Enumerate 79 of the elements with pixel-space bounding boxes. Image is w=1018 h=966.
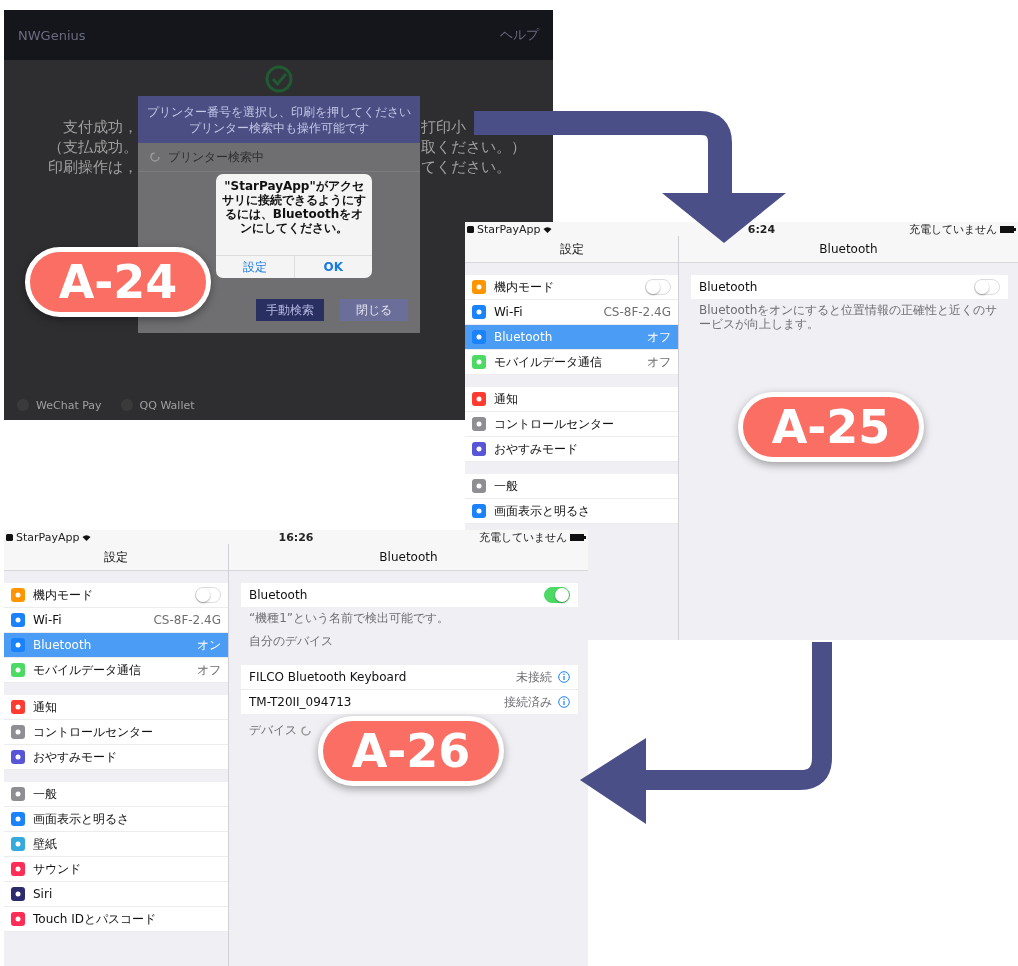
sidebar-title: 設定 [465, 236, 678, 263]
wifi-icon [543, 225, 553, 233]
wifi-icon [82, 533, 92, 541]
settings-row[interactable]: Siri [4, 882, 228, 907]
alert-button[interactable]: OK [293, 256, 372, 278]
status-time: 6:24 [747, 222, 776, 236]
row-value: オフ [647, 353, 671, 371]
row-value: オン [197, 636, 221, 654]
settings-row[interactable]: 通知 [465, 387, 678, 412]
payment-method-label: WeChat Pay [36, 398, 102, 412]
detail-title: Bluetooth [229, 544, 588, 571]
alert-message: "StarPayApp"がアクセサリに接続できるようにするには、Bluetoothをオンにしてください。 [221, 178, 367, 237]
message-text: 印刷操作は， [48, 159, 138, 175]
row-value: CS-8F-2.4G [603, 305, 671, 319]
payment-method-label: QQ Wallet [139, 398, 195, 412]
message-text: 打印小 [421, 119, 466, 135]
step-label: A-26 [318, 716, 504, 786]
toggle-switch[interactable] [195, 587, 221, 603]
row-value: オフ [647, 328, 671, 346]
step-label: A-25 [738, 392, 924, 462]
battery-status: 充電していません [909, 222, 997, 237]
settings-row[interactable]: 機内モード [465, 275, 678, 300]
status-text: プリンター検索中 [168, 148, 264, 166]
step-label: A-24 [25, 247, 211, 317]
sidebar-title: 設定 [4, 544, 228, 571]
battery-icon [1000, 225, 1016, 233]
check-circle-icon [264, 65, 293, 93]
spinner-icon [150, 152, 160, 162]
message-text: 支付成功， [63, 119, 138, 135]
settings-row[interactable]: コントロールセンター [4, 720, 228, 745]
footnote-text: Bluetoothをオンにすると位置情報の正確性と近くのサービスが向上します。 [698, 302, 999, 331]
toggle-switch[interactable] [544, 587, 570, 603]
message-text: 取ください。） [421, 139, 526, 155]
dialog-title: プリンター番号を選択し、印刷を押してください [147, 103, 411, 120]
info-icon[interactable] [558, 696, 570, 708]
device-status: 接続済み [504, 693, 552, 711]
section-header: デバイス [248, 722, 297, 739]
dialog-button[interactable]: 手動検索 [256, 299, 324, 321]
settings-row[interactable]: おやすみモード [4, 745, 228, 770]
settings-row[interactable]: 通知 [4, 695, 228, 720]
app-icon [467, 225, 474, 233]
message-text: （支払成功。 [48, 139, 138, 155]
detail-title: Bluetooth [679, 236, 1018, 263]
device-status: 未接続 [516, 668, 552, 686]
status-time: 16:26 [278, 530, 314, 544]
row-value: CS-8F-2.4G [153, 613, 221, 627]
carrier-label: StarPayApp [477, 222, 541, 236]
settings-row[interactable]: モバイルデータ通信 オフ [465, 350, 678, 375]
app-icon [6, 533, 13, 541]
row-label: Bluetooth [699, 280, 759, 294]
settings-row[interactable]: 機内モード [4, 583, 228, 608]
alert-button[interactable]: 設定 [216, 256, 294, 278]
info-icon[interactable] [558, 671, 570, 683]
settings-row[interactable]: Touch IDとパスコード [4, 907, 228, 932]
device-name[interactable]: FILCO Bluetooth Keyboard [249, 670, 510, 684]
settings-row[interactable]: サウンド [4, 857, 228, 882]
settings-row[interactable]: 一般 [465, 474, 678, 499]
settings-row[interactable]: 壁紙 [4, 832, 228, 857]
dialog-title: プリンター検索中も操作可能です [189, 119, 369, 136]
toggle-switch[interactable] [974, 279, 1000, 295]
settings-row[interactable]: 画面表示と明るさ [4, 807, 228, 832]
settings-row[interactable]: おやすみモード [465, 437, 678, 462]
spinner-icon [301, 725, 311, 736]
footnote-text: “機種1”という名前で検出可能です。 [248, 610, 451, 625]
section-header: 自分のデバイス [248, 633, 334, 650]
settings-row[interactable]: モバイルデータ通信 オフ [4, 658, 228, 683]
message-text: てください。 [421, 159, 511, 175]
battery-status: 充電していません [479, 530, 567, 545]
device-name[interactable]: TM-T20II_094713 [249, 695, 498, 709]
row-value: オフ [197, 661, 221, 679]
app-title: NWGenius [18, 27, 86, 43]
help-link[interactable]: ヘルプ [500, 26, 539, 44]
battery-icon [570, 533, 586, 541]
settings-row[interactable]: 画面表示と明るさ [465, 499, 678, 524]
settings-row[interactable]: コントロールセンター [465, 412, 678, 437]
toggle-switch[interactable] [645, 279, 671, 295]
row-label: Bluetooth [249, 588, 309, 602]
carrier-label: StarPayApp [16, 530, 80, 544]
settings-row[interactable]: 一般 [4, 782, 228, 807]
